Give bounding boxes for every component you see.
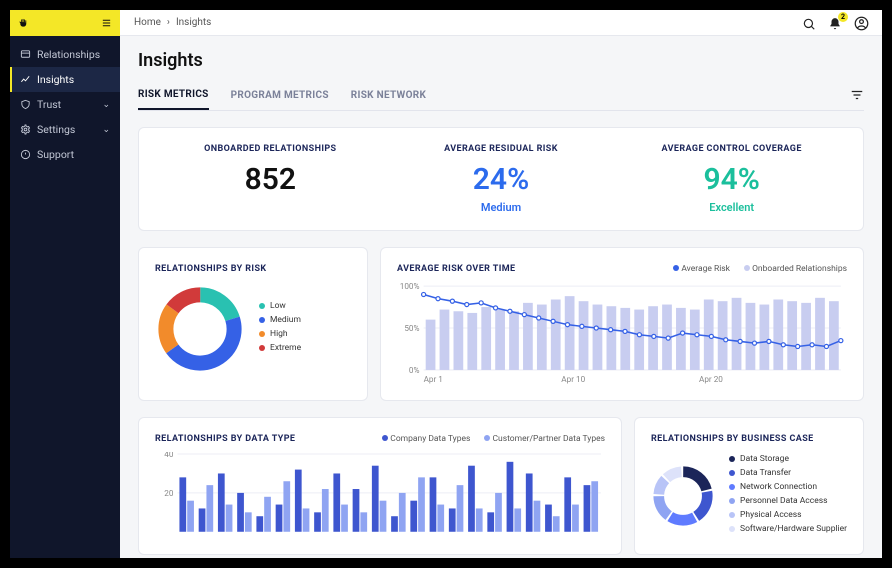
- sidebar-item-insights[interactable]: Insights: [10, 67, 120, 92]
- notifications-icon[interactable]: 2: [828, 16, 842, 30]
- tabs: RISK METRICS PROGRAM METRICS RISK NETWOR…: [138, 83, 864, 111]
- risk-donut-chart: [155, 284, 245, 374]
- kpi-card: ONBOARDED RELATIONSHIPS 852 AVERAGE RESI…: [138, 127, 864, 231]
- kpi-label: AVERAGE CONTROL COVERAGE: [616, 144, 847, 154]
- svg-text:Apr 20: Apr 20: [699, 374, 723, 384]
- legend-item: Average Risk: [673, 264, 730, 274]
- card-title: AVERAGE RISK OVER TIME: [397, 264, 515, 274]
- chevron-down-icon: ⌄: [102, 125, 110, 135]
- kpi-sub: Excellent: [616, 201, 847, 214]
- svg-text:20: 20: [164, 488, 174, 498]
- gear-icon: [20, 124, 31, 135]
- legend-item: High: [259, 329, 301, 339]
- breadcrumb-sep: ›: [167, 17, 170, 28]
- breadcrumb-current: Insights: [176, 17, 211, 28]
- svg-text:40: 40: [164, 452, 174, 459]
- tab-program-metrics[interactable]: PROGRAM METRICS: [231, 84, 329, 109]
- svg-text:100%: 100%: [400, 282, 420, 291]
- sidebar: Relationships Insights Trust ⌄ Settings …: [10, 10, 120, 558]
- tab-risk-network[interactable]: RISK NETWORK: [351, 84, 426, 109]
- kpi-value: 94%: [616, 162, 847, 197]
- kpi-sub: Medium: [386, 201, 617, 214]
- legend-item: Data Transfer: [729, 468, 847, 478]
- insights-icon: [20, 74, 31, 85]
- sidebar-item-label: Support: [37, 148, 74, 161]
- kpi-value: 24%: [386, 162, 617, 197]
- brand-logo-icon: [18, 18, 29, 29]
- legend-item: Onboarded Relationships: [744, 264, 847, 274]
- notification-badge: 2: [838, 12, 848, 22]
- relationships-by-risk-card: RELATIONSHIPS BY RISK Low Medium High Extre…: [138, 247, 368, 401]
- kpi-label: ONBOARDED RELATIONSHIPS: [155, 144, 386, 154]
- legend-item: Company Data Types: [382, 434, 470, 444]
- shield-icon: [20, 99, 31, 110]
- sidebar-item-label: Trust: [37, 98, 61, 111]
- average-risk-over-time-card: AVERAGE RISK OVER TIME Average Risk Onbo…: [380, 247, 864, 401]
- legend-item: Software/Hardware Supplier: [729, 524, 847, 534]
- page-title: Insights: [138, 50, 864, 71]
- svg-text:50%: 50%: [404, 323, 419, 333]
- svg-text:Apr 1: Apr 1: [424, 374, 443, 384]
- tab-risk-metrics[interactable]: RISK METRICS: [138, 83, 209, 110]
- main: Home › Insights 2 Insights RISK METRICS …: [120, 10, 882, 558]
- relationships-icon: [20, 49, 31, 60]
- legend-item: Low: [259, 301, 301, 311]
- kpi-residual: AVERAGE RESIDUAL RISK 24% Medium: [386, 144, 617, 214]
- business-case-legend: Data Storage Data Transfer Network Connect…: [729, 454, 847, 538]
- content: Insights RISK METRICS PROGRAM METRICS RI…: [120, 36, 882, 558]
- topbar: Home › Insights 2: [120, 10, 882, 36]
- kpi-label: AVERAGE RESIDUAL RISK: [386, 144, 617, 154]
- sidebar-item-support[interactable]: Support: [10, 142, 120, 167]
- svg-text:0%: 0%: [409, 365, 420, 375]
- nav: Relationships Insights Trust ⌄ Settings …: [10, 36, 120, 167]
- filter-icon[interactable]: [850, 87, 864, 106]
- account-icon[interactable]: [854, 16, 868, 30]
- menu-collapse-icon[interactable]: [101, 18, 112, 29]
- breadcrumb: Home › Insights: [134, 17, 211, 28]
- search-icon[interactable]: [802, 16, 816, 30]
- card-title: RELATIONSHIPS BY BUSINESS CASE: [651, 434, 847, 444]
- support-icon: [20, 149, 31, 160]
- card-title: RELATIONSHIPS BY RISK: [155, 264, 351, 274]
- relationships-by-business-case-card: RELATIONSHIPS BY BUSINESS CASE Data Stor…: [634, 417, 864, 555]
- brand-bar: [10, 10, 120, 36]
- sidebar-item-label: Settings: [37, 123, 75, 136]
- legend-item: Network Connection: [729, 482, 847, 492]
- relationships-by-data-type-card: RELATIONSHIPS BY DATA TYPE Company Data …: [138, 417, 622, 555]
- breadcrumb-home[interactable]: Home: [134, 17, 161, 28]
- legend-item: Customer/Partner Data Types: [484, 434, 605, 444]
- kpi-coverage: AVERAGE CONTROL COVERAGE 94% Excellent: [616, 144, 847, 214]
- sidebar-item-label: Relationships: [37, 48, 100, 61]
- legend-item: Physical Access: [729, 510, 847, 520]
- kpi-onboarded: ONBOARDED RELATIONSHIPS 852: [155, 144, 386, 214]
- risk-over-time-chart: 0% 50% 100% Apr 1 Apr 10 Apr 20: [397, 282, 847, 384]
- sidebar-item-relationships[interactable]: Relationships: [10, 42, 120, 67]
- legend-item: Personnel Data Access: [729, 496, 847, 506]
- legend-item: Extreme: [259, 343, 301, 353]
- sidebar-item-trust[interactable]: Trust ⌄: [10, 92, 120, 117]
- card-title: RELATIONSHIPS BY DATA TYPE: [155, 434, 295, 444]
- data-type-bar-chart: 2040: [155, 452, 605, 534]
- legend-item: Data Storage: [729, 454, 847, 464]
- chevron-down-icon: ⌄: [102, 100, 110, 110]
- svg-text:Apr 10: Apr 10: [561, 374, 585, 384]
- risk-legend: Low Medium High Extreme: [259, 301, 301, 357]
- business-case-donut-chart: [651, 456, 715, 536]
- kpi-value: 852: [155, 162, 386, 197]
- sidebar-item-label: Insights: [37, 73, 74, 86]
- sidebar-item-settings[interactable]: Settings ⌄: [10, 117, 120, 142]
- legend-item: Medium: [259, 315, 301, 325]
